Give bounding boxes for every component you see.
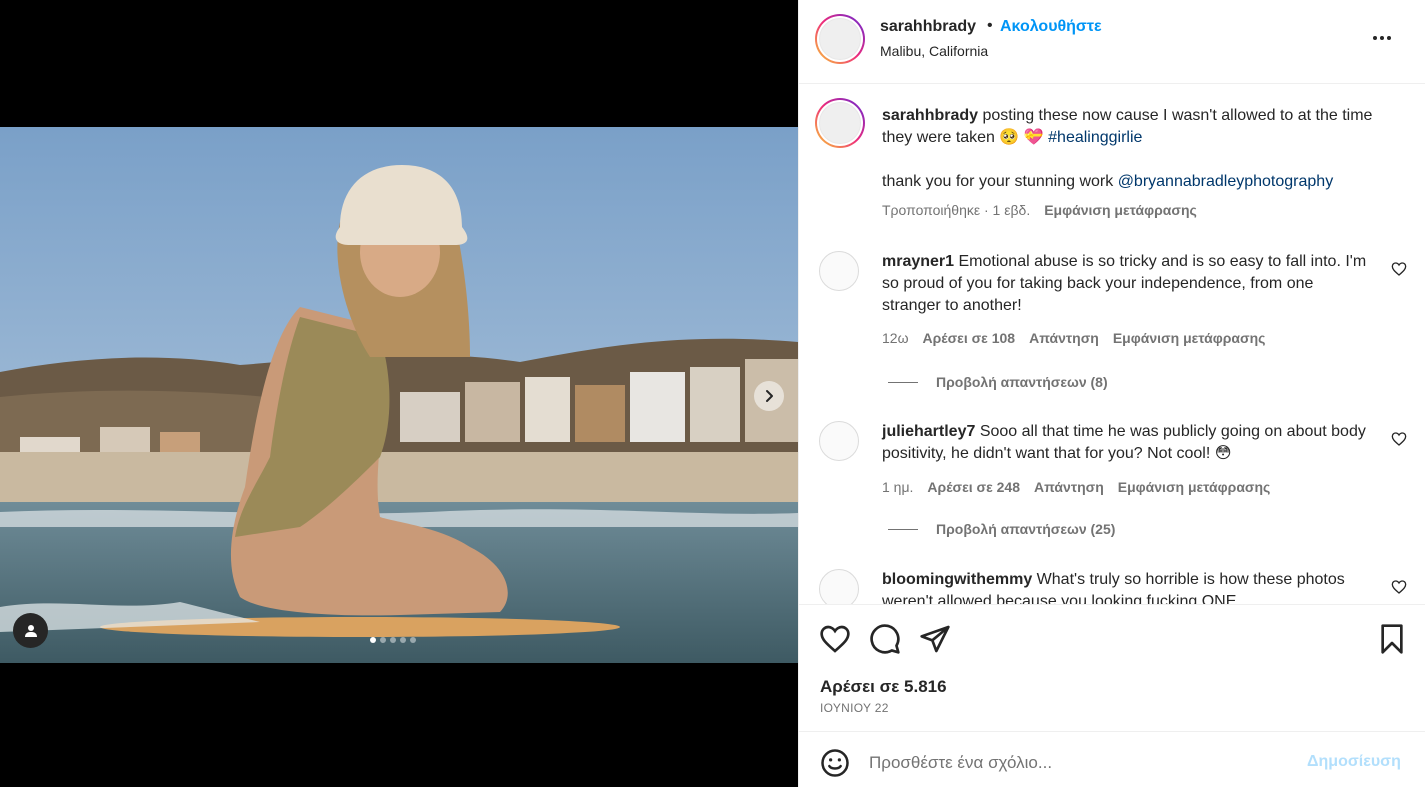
post-header: sarahhbrady • Ακολουθήστε Malibu, Califo… xyxy=(799,0,1425,84)
heart-icon[interactable] xyxy=(1391,579,1407,595)
post-photo[interactable] xyxy=(0,127,798,663)
carousel-dot xyxy=(370,637,376,643)
photo-illustration xyxy=(0,127,798,663)
comment-body: mrayner1 Emotional abuse is so tricky an… xyxy=(882,251,1367,317)
separator-dot: • xyxy=(987,17,993,34)
comment-body: bloomingwithemmy What's truly so horribl… xyxy=(882,569,1367,604)
chevron-right-icon xyxy=(766,390,773,402)
user-icon xyxy=(24,624,37,637)
comment-username[interactable]: juliehartley7 xyxy=(882,423,975,440)
caption-username[interactable]: sarahhbrady xyxy=(882,107,978,124)
next-slide-button[interactable] xyxy=(754,381,784,411)
comment-input[interactable] xyxy=(869,745,1289,781)
location-link[interactable]: Malibu, California xyxy=(880,43,988,59)
comment-age: 12ω xyxy=(882,330,909,346)
carousel-dot xyxy=(410,637,416,643)
heart-icon[interactable] xyxy=(819,623,851,655)
comment-username[interactable]: bloomingwithemmy xyxy=(882,571,1032,588)
follow-button[interactable]: Ακολουθήστε xyxy=(1000,18,1102,36)
carousel-indicators xyxy=(370,637,416,643)
commenter-avatar[interactable] xyxy=(819,421,859,461)
media-viewer xyxy=(0,0,798,787)
view-replies-label: Προβολή απαντήσεων (25) xyxy=(936,521,1116,537)
comment-age: 1 ημ. xyxy=(882,479,914,495)
emoji-icon[interactable] xyxy=(820,748,850,778)
heart-icon[interactable] xyxy=(1391,261,1407,277)
post-actions: Αρέσει σε 5.816 ΙΟΥΝΙΟΥ 22 xyxy=(799,604,1425,732)
add-comment-bar: Δημοσίευση xyxy=(799,733,1425,787)
author-avatar[interactable] xyxy=(815,14,865,64)
mention-link[interactable]: @bryannabradleyphotography xyxy=(1118,173,1334,190)
view-replies-button[interactable]: Προβολή απαντήσεων (25) xyxy=(888,521,1115,537)
view-replies-button[interactable]: Προβολή απαντήσεων (8) xyxy=(888,374,1108,390)
carousel-dot xyxy=(390,637,396,643)
view-replies-label: Προβολή απαντήσεων (8) xyxy=(936,374,1108,390)
reply-button[interactable]: Απάντηση xyxy=(1034,479,1104,495)
heart-icon[interactable] xyxy=(1391,431,1407,447)
comments-section[interactable]: sarahhbrady posting these now cause I wa… xyxy=(799,84,1425,604)
carousel-dot xyxy=(400,637,406,643)
comment-meta: 1 ημ. Αρέσει σε 248 Απάντηση Εμφάνιση μετάφ… xyxy=(882,479,1284,495)
more-options-icon[interactable] xyxy=(1367,28,1397,48)
comment-username[interactable]: mrayner1 xyxy=(882,253,954,270)
post-date: ΙΟΥΝΙΟΥ 22 xyxy=(820,701,889,715)
post-side-panel: sarahhbrady • Ακολουθήστε Malibu, Califo… xyxy=(798,0,1425,787)
caption-translate-link[interactable]: Εμφάνιση μετάφρασης xyxy=(1044,202,1197,218)
comment-likes[interactable]: Αρέσει σε 108 xyxy=(923,330,1016,346)
comment-text: Emotional abuse is so tricky and is so e… xyxy=(882,253,1367,314)
comment-likes[interactable]: Αρέσει σε 248 xyxy=(927,479,1020,495)
comment-icon[interactable] xyxy=(869,623,901,655)
tagged-users-button[interactable] xyxy=(13,613,48,648)
caption-avatar[interactable] xyxy=(815,98,865,148)
commenter-avatar[interactable] xyxy=(819,251,859,291)
likes-count[interactable]: Αρέσει σε 5.816 xyxy=(820,677,947,697)
reply-button[interactable]: Απάντηση xyxy=(1029,330,1099,346)
share-icon[interactable] xyxy=(919,623,951,655)
caption: sarahhbrady posting these now cause I wa… xyxy=(882,105,1392,221)
comment-translate-link[interactable]: Εμφάνιση μετάφρασης xyxy=(1118,479,1271,495)
carousel-dot xyxy=(380,637,386,643)
bookmark-icon[interactable] xyxy=(1376,623,1408,655)
comment-meta: 12ω Αρέσει σε 108 Απάντηση Εμφάνιση μετάφρα… xyxy=(882,330,1279,346)
author-username[interactable]: sarahhbrady xyxy=(880,18,976,36)
instagram-post-modal: sarahhbrady • Ακολουθήστε Malibu, Califo… xyxy=(0,0,1425,787)
comment-body: juliehartley7 Sooo all that time he was … xyxy=(882,421,1367,465)
caption-thanks: thank you for your stunning work xyxy=(882,173,1118,190)
commenter-avatar[interactable] xyxy=(819,569,859,604)
comment-translate-link[interactable]: Εμφάνιση μετάφρασης xyxy=(1113,330,1266,346)
hashtag-link[interactable]: #healinggirlie xyxy=(1048,129,1142,146)
post-comment-button[interactable]: Δημοσίευση xyxy=(1307,753,1401,771)
edited-time: Τροποποιήθηκε · 1 εβδ. xyxy=(882,202,1031,218)
caption-meta: Τροποποιήθηκε · 1 εβδ. Εμφάνιση μετάφραση… xyxy=(882,199,1392,221)
